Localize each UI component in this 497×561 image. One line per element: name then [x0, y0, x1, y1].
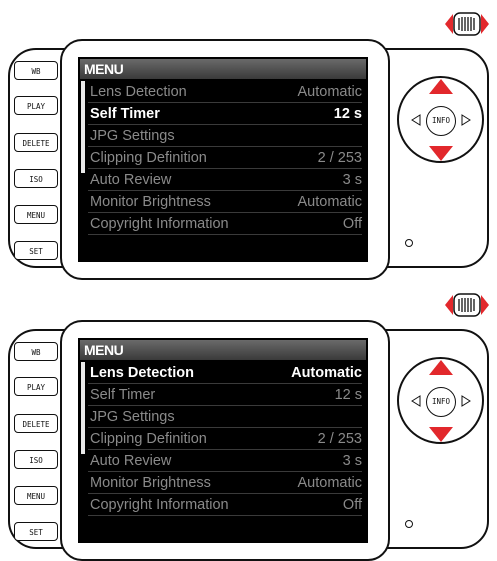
camera-panel-2: WB PLAY DELETE ISO MENU SET MENU Lens De…	[0, 281, 497, 561]
menu-item-value: Automatic	[297, 475, 362, 491]
down-arrow-icon[interactable]	[428, 425, 454, 443]
menu-item-monitor-brightness[interactable]: Monitor Brightness Automatic	[88, 472, 362, 494]
left-arrow-icon[interactable]	[411, 395, 421, 407]
menu-item-clipping-definition[interactable]: Clipping Definition 2 / 253	[88, 147, 362, 169]
menu-list: Lens Detection Automatic Self Timer 12 s…	[78, 362, 368, 516]
camera-panel-1: WB PLAY DELETE ISO MENU SET MENU Lens De…	[0, 0, 497, 280]
menu-item-value: 2 / 253	[317, 431, 362, 447]
menu-item-label: Self Timer	[90, 106, 160, 122]
status-led	[405, 520, 413, 528]
up-arrow-icon[interactable]	[428, 78, 454, 96]
wb-button[interactable]: WB	[14, 61, 58, 80]
right-arrow-icon[interactable]	[461, 114, 471, 126]
menu-item-self-timer[interactable]: Self Timer 12 s	[88, 103, 362, 125]
menu-list: Lens Detection Automatic Self Timer 12 s…	[78, 81, 368, 235]
menu-item-label: Clipping Definition	[90, 150, 207, 166]
menu-item-jpg-settings[interactable]: JPG Settings	[88, 406, 362, 428]
menu-item-lens-detection[interactable]: Lens Detection Automatic	[88, 362, 362, 384]
wb-button[interactable]: WB	[14, 342, 58, 361]
info-button[interactable]: INFO	[426, 106, 456, 136]
menu-item-clipping-definition[interactable]: Clipping Definition 2 / 253	[88, 428, 362, 450]
set-button[interactable]: SET	[14, 241, 58, 260]
menu-item-label: Auto Review	[90, 172, 172, 188]
menu-item-lens-detection[interactable]: Lens Detection Automatic	[88, 81, 362, 103]
menu-item-value: Off	[342, 497, 362, 513]
delete-button[interactable]: DELETE	[14, 414, 58, 433]
left-arrow-icon[interactable]	[411, 114, 421, 126]
menu-item-copyright-information[interactable]: Copyright Information Off	[88, 494, 362, 516]
thumbwheel-icon[interactable]	[445, 10, 489, 38]
menu-title: MENU	[80, 59, 366, 79]
status-led	[405, 239, 413, 247]
menu-item-label: Monitor Brightness	[90, 475, 211, 491]
menu-item-value: Automatic	[297, 194, 362, 210]
up-arrow-icon[interactable]	[428, 359, 454, 377]
menu-button[interactable]: MENU	[14, 205, 58, 224]
menu-item-copyright-information[interactable]: Copyright Information Off	[88, 213, 362, 235]
menu-item-value: 3 s	[342, 453, 362, 469]
menu-item-label: Copyright Information	[90, 216, 229, 232]
menu-item-monitor-brightness[interactable]: Monitor Brightness Automatic	[88, 191, 362, 213]
menu-item-label: Monitor Brightness	[90, 194, 211, 210]
menu-item-auto-review[interactable]: Auto Review 3 s	[88, 169, 362, 191]
menu-item-label: Lens Detection	[90, 365, 194, 381]
menu-item-label: Clipping Definition	[90, 431, 207, 447]
right-arrow-icon[interactable]	[461, 395, 471, 407]
lcd-screen: MENU Lens Detection Automatic Self Timer…	[78, 338, 368, 543]
lcd-screen: MENU Lens Detection Automatic Self Timer…	[78, 57, 368, 262]
menu-item-value: Automatic	[291, 365, 362, 381]
play-button[interactable]: PLAY	[14, 96, 58, 115]
menu-item-label: Auto Review	[90, 453, 172, 469]
menu-item-label: Lens Detection	[90, 84, 187, 100]
menu-item-auto-review[interactable]: Auto Review 3 s	[88, 450, 362, 472]
menu-item-value: Automatic	[297, 84, 362, 100]
menu-item-label: JPG Settings	[90, 409, 175, 425]
iso-button[interactable]: ISO	[14, 169, 58, 188]
menu-button[interactable]: MENU	[14, 486, 58, 505]
info-button[interactable]: INFO	[426, 387, 456, 417]
delete-button[interactable]: DELETE	[14, 133, 58, 152]
thumbwheel-icon[interactable]	[445, 291, 489, 319]
menu-item-value: Off	[342, 216, 362, 232]
set-button[interactable]: SET	[14, 522, 58, 541]
menu-item-self-timer[interactable]: Self Timer 12 s	[88, 384, 362, 406]
menu-item-value: 12 s	[333, 106, 362, 122]
menu-item-label: Self Timer	[90, 387, 156, 403]
iso-button[interactable]: ISO	[14, 450, 58, 469]
menu-item-label: JPG Settings	[90, 128, 175, 144]
menu-item-value: 12 s	[334, 387, 362, 403]
menu-item-value: 2 / 253	[317, 150, 362, 166]
menu-item-jpg-settings[interactable]: JPG Settings	[88, 125, 362, 147]
menu-item-label: Copyright Information	[90, 497, 229, 513]
menu-item-value: 3 s	[342, 172, 362, 188]
play-button[interactable]: PLAY	[14, 377, 58, 396]
menu-title: MENU	[80, 340, 366, 360]
down-arrow-icon[interactable]	[428, 144, 454, 162]
